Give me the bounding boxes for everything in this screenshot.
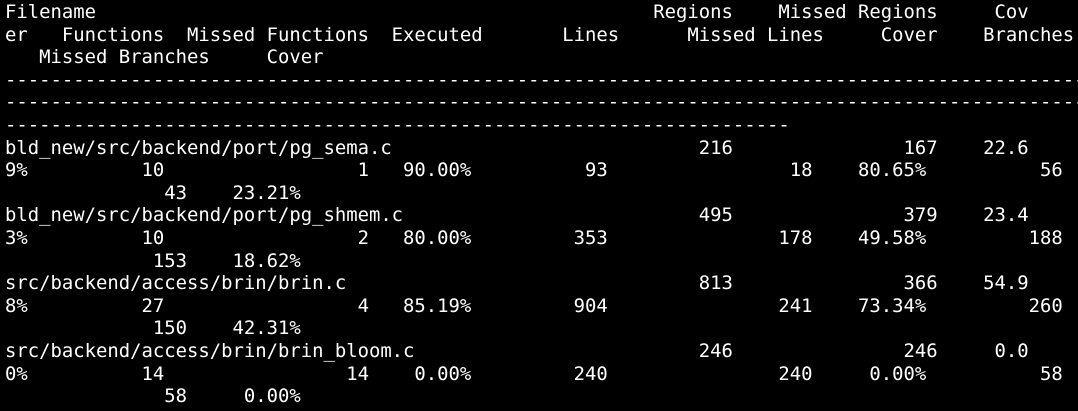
file-row-filename: bld_new/src/backend/port/pg_shmem.c 495 … bbox=[5, 204, 1029, 227]
header-line-1: Filename Regions Missed Regions Cov bbox=[5, 1, 1029, 23]
file-row-filename: src/backend/access/brin/brin.c 813 366 5… bbox=[5, 272, 1029, 295]
header-line-3: Missed Branches Cover bbox=[5, 46, 324, 69]
file-row-filename: bld_new/src/backend/port/pg_sema.c 216 1… bbox=[5, 136, 1029, 159]
file-row-branches: 58 0.00% bbox=[5, 385, 301, 408]
separator-line: ----------------------------------------… bbox=[5, 68, 1078, 91]
file-row-values: 0% 14 14 0.00% 240 240 0.00% 58 bbox=[5, 362, 1063, 385]
separator-line: ----------------------------------------… bbox=[5, 91, 1078, 114]
separator-line: ----------------------------------------… bbox=[5, 113, 790, 136]
file-row-values: 8% 27 4 85.19% 904 241 73.34% 260 bbox=[5, 294, 1063, 317]
file-row-branches: 153 18.62% bbox=[5, 249, 301, 272]
file-row-values: 3% 10 2 80.00% 353 178 49.58% 188 bbox=[5, 226, 1063, 249]
file-row-branches: 150 42.31% bbox=[5, 317, 301, 340]
file-row-values: 9% 10 1 90.00% 93 18 80.65% 56 bbox=[5, 159, 1063, 182]
file-row-branches: 43 23.21% bbox=[5, 181, 301, 204]
file-row-filename: src/backend/access/brin/brin_bloom.c 246… bbox=[5, 339, 1029, 362]
header-line-2: er Functions Missed Functions Executed L… bbox=[5, 23, 1075, 46]
terminal-output[interactable]: Filename Regions Missed Regions Cov er F… bbox=[0, 0, 1078, 411]
